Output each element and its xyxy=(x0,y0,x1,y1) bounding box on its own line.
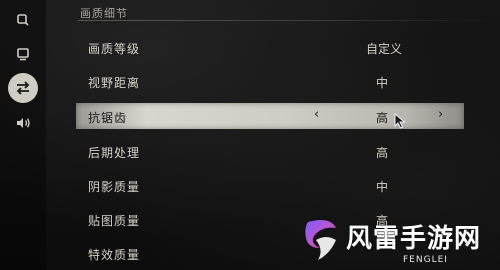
setting-label: 抗锯齿 xyxy=(88,111,128,125)
sidebar xyxy=(0,0,46,270)
sidebar-item-zoom[interactable] xyxy=(8,5,38,35)
mouse-cursor-icon xyxy=(394,112,406,133)
setting-row-view-distance[interactable]: 视野距离 中 xyxy=(76,68,464,94)
setting-label: 画质等级 xyxy=(88,42,141,56)
watermark: 风雷手游网 FENGLEI xyxy=(300,212,500,270)
next-arrow-button[interactable]: › xyxy=(438,107,443,122)
zoom-icon xyxy=(16,13,30,27)
setting-row-shadow-quality[interactable]: 阴影质量 中 xyxy=(76,172,464,198)
section-divider xyxy=(78,20,500,21)
sidebar-item-settings-active[interactable] xyxy=(8,73,38,103)
setting-label: 视野距离 xyxy=(88,76,141,90)
setting-value: 自定义 xyxy=(365,42,402,56)
volume-icon xyxy=(15,115,31,131)
swap-arrows-icon xyxy=(15,80,31,96)
setting-label: 贴图质量 xyxy=(88,214,141,228)
setting-value: 高 xyxy=(375,111,388,125)
setting-row-post-processing[interactable]: 后期处理 高 xyxy=(76,138,464,164)
sidebar-item-audio[interactable] xyxy=(8,108,38,138)
prev-arrow-button[interactable]: ‹ xyxy=(314,107,319,122)
setting-value: 中 xyxy=(375,180,388,194)
setting-value: 高 xyxy=(375,146,388,160)
display-icon xyxy=(16,47,30,61)
sidebar-item-display[interactable] xyxy=(8,39,38,69)
setting-label: 特效质量 xyxy=(88,248,141,262)
setting-row-graphics-level[interactable]: 画质等级 自定义 xyxy=(76,34,464,60)
watermark-subtitle: FENGLEI xyxy=(403,255,448,265)
section-title: 画质细节 xyxy=(80,7,128,20)
watermark-logo-icon xyxy=(300,214,342,268)
setting-label: 阴影质量 xyxy=(88,180,141,194)
watermark-title: 风雷手游网 xyxy=(346,224,482,254)
setting-value: 中 xyxy=(375,76,388,90)
setting-label: 后期处理 xyxy=(88,146,141,160)
